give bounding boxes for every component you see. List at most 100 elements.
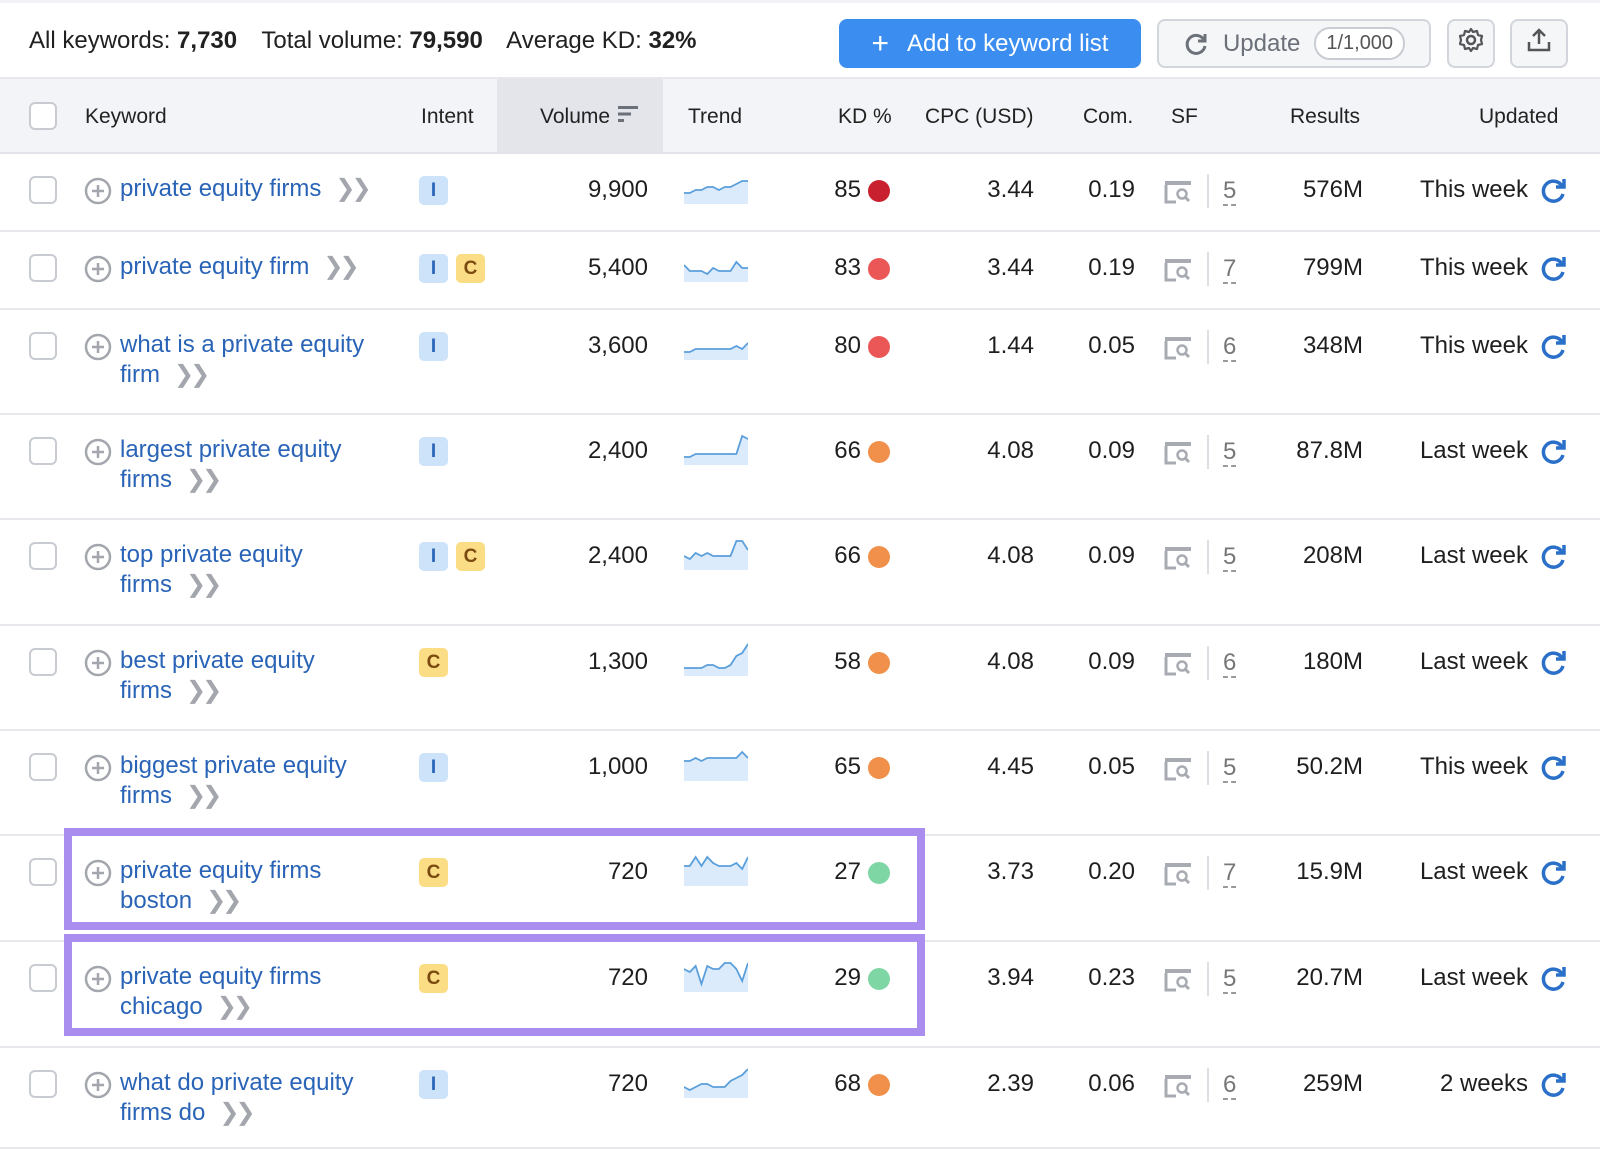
double-chevron-right-icon[interactable]: ❯❯ <box>219 1099 255 1126</box>
select-all-checkbox[interactable] <box>29 102 57 130</box>
serp-features-count[interactable]: 5 <box>1223 439 1237 467</box>
column-header-com[interactable]: Com. <box>1083 105 1133 129</box>
serp-features-icon[interactable] <box>1164 258 1192 287</box>
keyword-link[interactable]: private equity firms ❯❯ <box>120 174 400 204</box>
intent-badge-informational[interactable]: I <box>419 542 448 571</box>
double-chevron-right-icon[interactable]: ❯❯ <box>186 571 222 598</box>
serp-features-icon[interactable] <box>1164 336 1192 365</box>
trend-sparkline[interactable] <box>684 1064 748 1098</box>
refresh-metrics-icon[interactable] <box>1540 177 1568 210</box>
keyword-link[interactable]: what is a private equity firm ❯❯ <box>120 330 400 390</box>
serp-features-icon[interactable] <box>1164 862 1192 891</box>
refresh-metrics-icon[interactable] <box>1540 543 1568 576</box>
refresh-metrics-icon[interactable] <box>1540 333 1568 366</box>
double-chevron-right-icon[interactable]: ❯❯ <box>335 175 371 202</box>
trend-sparkline[interactable] <box>684 642 748 676</box>
row-checkbox[interactable] <box>29 858 57 886</box>
serp-features-icon[interactable] <box>1164 546 1192 575</box>
keyword-link[interactable]: what do private equity firms do ❯❯ <box>120 1068 400 1128</box>
serp-features-count[interactable]: 5 <box>1223 544 1237 572</box>
add-keyword-plus-icon[interactable] <box>84 333 112 366</box>
keyword-link[interactable]: best private equity firms ❯❯ <box>120 646 400 706</box>
intent-badge-informational[interactable]: I <box>419 437 448 466</box>
row-checkbox[interactable] <box>29 332 57 360</box>
serp-features-count[interactable]: 7 <box>1223 256 1237 284</box>
intent-badge-commercial[interactable]: C <box>456 254 485 283</box>
row-checkbox[interactable] <box>29 1070 57 1098</box>
add-keyword-plus-icon[interactable] <box>84 255 112 288</box>
column-header-intent[interactable]: Intent <box>421 105 474 129</box>
serp-features-icon[interactable] <box>1164 441 1192 470</box>
serp-features-count[interactable]: 5 <box>1223 966 1237 994</box>
add-keyword-plus-icon[interactable] <box>84 649 112 682</box>
export-button[interactable] <box>1510 19 1568 68</box>
serp-features-count[interactable]: 6 <box>1223 334 1237 362</box>
column-header-results[interactable]: Results <box>1290 105 1360 129</box>
double-chevron-right-icon[interactable]: ❯❯ <box>174 361 210 388</box>
plus-icon: + <box>871 26 890 60</box>
intent-badge-informational[interactable]: I <box>419 176 448 205</box>
row-checkbox[interactable] <box>29 753 57 781</box>
keyword-link[interactable]: private equity firm ❯❯ <box>120 252 400 282</box>
serp-features-icon[interactable] <box>1164 180 1192 209</box>
refresh-metrics-icon[interactable] <box>1540 649 1568 682</box>
refresh-metrics-icon[interactable] <box>1540 754 1568 787</box>
cpc-value: 3.73 <box>987 858 1034 885</box>
column-header-updated[interactable]: Updated <box>1479 105 1558 129</box>
double-chevron-right-icon[interactable]: ❯❯ <box>186 782 222 809</box>
serp-features-icon[interactable] <box>1164 757 1192 786</box>
serp-features-count[interactable]: 6 <box>1223 650 1237 678</box>
refresh-metrics-icon[interactable] <box>1540 859 1568 892</box>
refresh-metrics-icon[interactable] <box>1540 255 1568 288</box>
refresh-metrics-icon[interactable] <box>1540 438 1568 471</box>
refresh-metrics-icon[interactable] <box>1540 965 1568 998</box>
add-keyword-plus-icon[interactable] <box>84 177 112 210</box>
double-chevron-right-icon[interactable]: ❯❯ <box>186 677 222 704</box>
keyword-link[interactable]: top private equity firms ❯❯ <box>120 540 400 600</box>
column-header-cpc[interactable]: CPC (USD) <box>925 105 1034 129</box>
column-header-volume[interactable]: Volume <box>540 105 640 129</box>
intent-badge-informational[interactable]: I <box>419 254 448 283</box>
row-checkbox[interactable] <box>29 964 57 992</box>
add-keyword-plus-icon[interactable] <box>84 754 112 787</box>
column-header-sf[interactable]: SF <box>1171 105 1198 129</box>
settings-button[interactable] <box>1447 19 1495 68</box>
serp-features-icon[interactable] <box>1164 968 1192 997</box>
row-checkbox[interactable] <box>29 648 57 676</box>
serp-features-count[interactable]: 7 <box>1223 860 1237 888</box>
keyword-link[interactable]: biggest private equity firms ❯❯ <box>120 751 400 811</box>
keyword-link[interactable]: largest private equity firms ❯❯ <box>120 435 400 495</box>
add-keyword-plus-icon[interactable] <box>84 543 112 576</box>
add-keyword-plus-icon[interactable] <box>84 1071 112 1104</box>
double-chevron-right-icon[interactable]: ❯❯ <box>323 253 359 280</box>
row-checkbox[interactable] <box>29 542 57 570</box>
double-chevron-right-icon[interactable]: ❯❯ <box>186 466 222 493</box>
serp-features-count[interactable]: 6 <box>1223 1072 1237 1100</box>
serp-features-count[interactable]: 5 <box>1223 178 1237 206</box>
add-to-keyword-list-button[interactable]: + Add to keyword list <box>839 19 1141 68</box>
intent-badge-informational[interactable]: I <box>419 1070 448 1099</box>
trend-sparkline[interactable] <box>684 747 748 781</box>
add-keyword-plus-icon[interactable] <box>84 438 112 471</box>
serp-features-count[interactable]: 5 <box>1223 755 1237 783</box>
intent-badge-informational[interactable]: I <box>419 753 448 782</box>
row-checkbox[interactable] <box>29 437 57 465</box>
refresh-metrics-icon[interactable] <box>1540 1071 1568 1104</box>
trend-sparkline[interactable] <box>684 248 748 282</box>
update-button[interactable]: Update 1/1,000 <box>1157 19 1431 68</box>
serp-features-icon[interactable] <box>1164 652 1192 681</box>
column-header-keyword[interactable]: Keyword <box>85 105 167 129</box>
trend-sparkline[interactable] <box>684 431 748 465</box>
row-checkbox[interactable] <box>29 176 57 204</box>
intent-badge-informational[interactable]: I <box>419 332 448 361</box>
serp-features-icon[interactable] <box>1164 1074 1192 1103</box>
trend-sparkline[interactable] <box>684 170 748 204</box>
intent-badge-commercial[interactable]: C <box>456 542 485 571</box>
row-checkbox[interactable] <box>29 254 57 282</box>
results-value: 15.9M <box>1296 858 1363 885</box>
column-header-kd[interactable]: KD % <box>838 105 892 129</box>
intent-badge-commercial[interactable]: C <box>419 648 448 677</box>
trend-sparkline[interactable] <box>684 326 748 360</box>
trend-sparkline[interactable] <box>684 536 748 570</box>
column-header-trend[interactable]: Trend <box>688 105 742 129</box>
